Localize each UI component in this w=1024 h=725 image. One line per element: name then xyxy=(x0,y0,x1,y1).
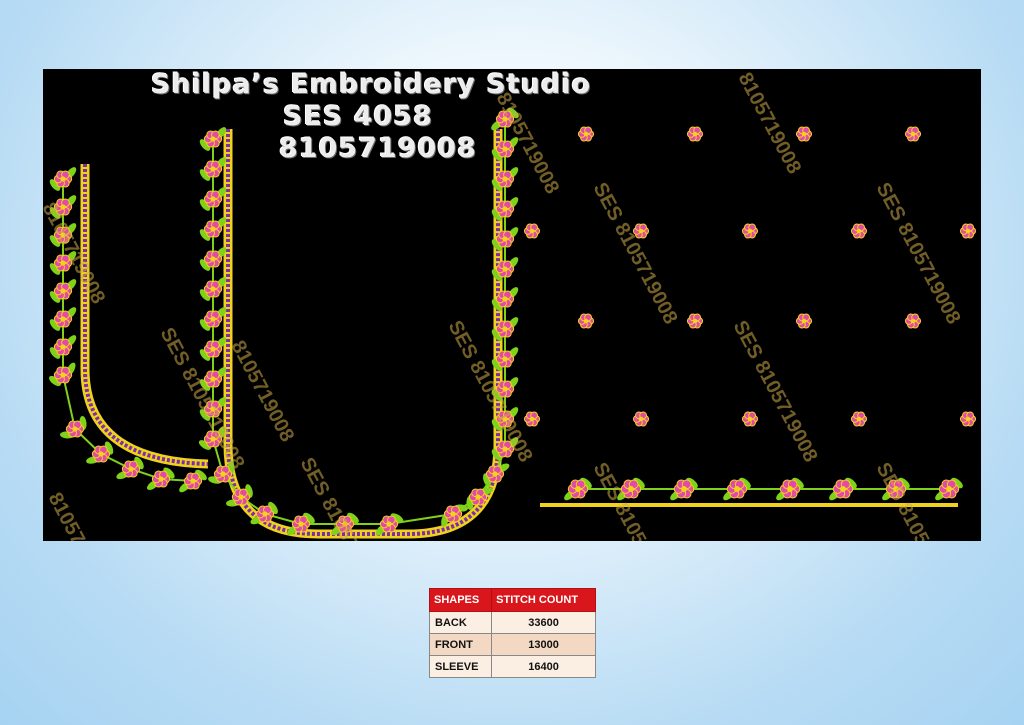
phone-number: 8105719008 xyxy=(279,133,477,164)
flower-motif xyxy=(335,515,355,533)
flower-motif xyxy=(379,515,399,533)
flower-motif xyxy=(203,280,223,298)
flower-motif xyxy=(832,479,854,499)
flower-motif xyxy=(203,310,223,328)
flower-motif xyxy=(495,440,515,458)
flower-motif xyxy=(443,505,463,523)
flower-motif xyxy=(741,223,759,239)
back-neck-border-purple xyxy=(226,129,500,536)
flower-motif xyxy=(904,313,922,329)
flower-motif xyxy=(203,250,223,268)
flower-motif xyxy=(495,380,515,398)
flower-motif xyxy=(523,223,541,239)
flower-motif xyxy=(795,313,813,329)
flower-motif xyxy=(291,515,311,533)
flower-motif xyxy=(203,340,223,358)
flower-motif xyxy=(53,198,73,216)
flower-motif xyxy=(577,126,595,142)
flower-motif xyxy=(53,254,73,272)
column-header-stitch-count: STITCH COUNT xyxy=(491,588,596,612)
flower-motif xyxy=(620,479,642,499)
design-code: SES 4058 xyxy=(283,101,433,132)
flower-motif xyxy=(686,313,704,329)
flower-motif xyxy=(577,313,595,329)
flower-motif xyxy=(567,479,589,499)
flower-motif xyxy=(904,126,922,142)
stitch-count-table: SHAPES STITCH COUNT BACK 33600 FRONT 130… xyxy=(428,588,596,678)
flower-motif xyxy=(495,200,515,218)
flower-motif xyxy=(495,260,515,278)
design-canvas: Shilpa’s Embroidery Studio SES 4058 8105… xyxy=(43,69,981,541)
table-row: FRONT 13000 xyxy=(428,633,596,656)
flower-motif xyxy=(959,411,977,427)
column-header-shapes: SHAPES xyxy=(428,588,493,612)
flower-motif xyxy=(65,420,85,438)
flower-motif xyxy=(121,460,141,478)
flower-motif xyxy=(203,130,223,148)
count-cell: 33600 xyxy=(491,611,596,634)
flower-motif xyxy=(632,223,650,239)
back-neck-border-gold xyxy=(223,129,503,539)
flower-motif xyxy=(53,282,73,300)
flower-motif xyxy=(485,465,505,483)
flower-motif xyxy=(53,366,73,384)
flower-motif xyxy=(53,170,73,188)
flower-motif xyxy=(53,310,73,328)
flower-motif xyxy=(495,290,515,308)
flower-motif xyxy=(255,505,275,523)
embroidery-artwork xyxy=(49,107,977,539)
flower-motif xyxy=(850,411,868,427)
flower-motif xyxy=(495,320,515,338)
table-row: SLEEVE 16400 xyxy=(428,655,596,678)
count-cell: 13000 xyxy=(491,633,596,656)
table-row: BACK 33600 xyxy=(428,611,596,634)
flower-motif xyxy=(779,479,801,499)
flower-motif xyxy=(959,223,977,239)
shape-cell: SLEEVE xyxy=(428,655,493,678)
flower-motif xyxy=(231,488,251,506)
flower-motif xyxy=(850,223,868,239)
flower-motif xyxy=(203,160,223,178)
flower-motif xyxy=(53,338,73,356)
studio-name: Shilpa’s Embroidery Studio xyxy=(151,69,592,100)
flower-motif xyxy=(495,350,515,368)
flower-motif xyxy=(673,479,695,499)
flower-motif xyxy=(495,170,515,188)
flower-motif xyxy=(495,410,515,428)
flower-motif xyxy=(795,126,813,142)
flower-motif xyxy=(686,126,704,142)
shape-cell: FRONT xyxy=(428,633,493,656)
flower-motif xyxy=(213,465,233,483)
flower-motif xyxy=(495,110,515,128)
flower-motif xyxy=(468,488,488,506)
flower-motif xyxy=(938,479,960,499)
flower-motif xyxy=(53,226,73,244)
flower-motif xyxy=(151,470,171,488)
front-neck-border-purple xyxy=(83,164,209,466)
shape-cell: BACK xyxy=(428,611,493,634)
count-cell: 16400 xyxy=(491,655,596,678)
flower-motif xyxy=(523,411,541,427)
flower-motif xyxy=(741,411,759,427)
flower-motif xyxy=(632,411,650,427)
flower-motif xyxy=(726,479,748,499)
flower-motif xyxy=(183,472,203,490)
vine-stem xyxy=(212,119,506,525)
flower-motif xyxy=(91,445,111,463)
flower-motif xyxy=(203,370,223,388)
flower-motif xyxy=(203,190,223,208)
flower-motif xyxy=(203,400,223,418)
front-neck-border-gold xyxy=(80,164,209,469)
flower-motif xyxy=(495,140,515,158)
flower-motif xyxy=(203,220,223,238)
table-header-row: SHAPES STITCH COUNT xyxy=(428,588,596,612)
flower-motif xyxy=(495,230,515,248)
flower-motif xyxy=(885,479,907,499)
flower-motif xyxy=(203,430,223,448)
